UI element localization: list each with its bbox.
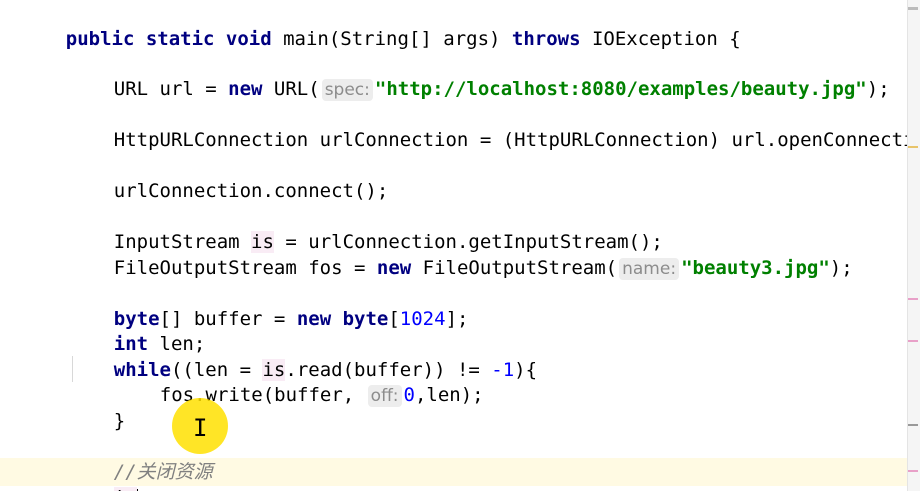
number-literal: 0 [403,384,415,406]
usage-marker[interactable] [908,340,918,342]
code-text: [ [388,308,400,330]
code-text: URL url = [113,78,229,100]
keyword: public static void [65,28,284,50]
stripe-marker[interactable] [908,424,918,426]
number-literal: 1024 [399,308,446,330]
parameter-hint: name: [619,258,680,280]
keyword: new [296,308,343,330]
code-text: HttpURLConnection urlConnection = (HttpU… [113,129,920,151]
error-stripe[interactable] [907,0,920,491]
keyword: byte [342,308,389,330]
code-line-5[interactable]: InputStream is = urlConnection.getInputS… [68,203,663,253]
stripe-marker[interactable] [908,7,918,10]
code-text: FileOutputStream( [422,257,618,279]
code-text: ,len); [414,384,484,406]
keyword: new [376,257,423,279]
code-text: URL( [273,78,320,100]
code-text: ]; [445,308,469,330]
code-line-7[interactable]: byte[] buffer = new byte[1024]; [68,280,469,330]
keyword: throws [511,28,592,50]
string-literal: "beauty3.jpg" [681,257,830,279]
code-text: IOException { [591,28,741,50]
code-line-10[interactable]: fos.write(buffer, off: 0,len); [114,356,484,407]
code-text: ); [866,78,890,100]
code-text: FileOutputStream fos = [113,257,377,279]
code-line-2[interactable]: URL url = new URL(spec: "http://localhost… [68,50,890,101]
code-text: urlConnection.connect(); [113,180,389,202]
code-line-1[interactable]: public static void main(String[] args) t… [20,0,741,50]
i-beam-icon: I [193,414,208,442]
warning-marker[interactable] [908,146,918,148]
variable-usage-highlight: is [113,487,137,491]
code-line-8[interactable]: int len; [68,305,206,355]
code-line-4[interactable]: urlConnection.connect(); [68,152,389,202]
code-line-9[interactable]: while((len = is.read(buffer)) != -1){ [68,331,537,381]
usage-marker[interactable] [908,470,918,472]
code-text: } [113,410,126,432]
number-literal: -1 [491,359,515,381]
code-line-3[interactable]: HttpURLConnection urlConnection = (HttpU… [68,101,920,151]
code-line-13[interactable]: is [68,459,138,491]
code-text: ); [829,257,853,279]
string-literal: "http://localhost:8080/examples/beauty.j… [374,78,867,100]
parameter-hint: spec: [321,79,373,101]
code-text: ){ [514,359,538,381]
parameter-hint: off: [367,385,402,407]
keyword: new [228,78,274,100]
code-editor[interactable]: public static void main(String[] args) t… [0,0,920,491]
usage-marker[interactable] [908,298,918,300]
code-line-11[interactable]: } [68,382,125,432]
code-text: main(String[] args) [283,28,512,50]
code-line-6[interactable]: FileOutputStream fos = new FileOutputStr… [68,229,853,280]
